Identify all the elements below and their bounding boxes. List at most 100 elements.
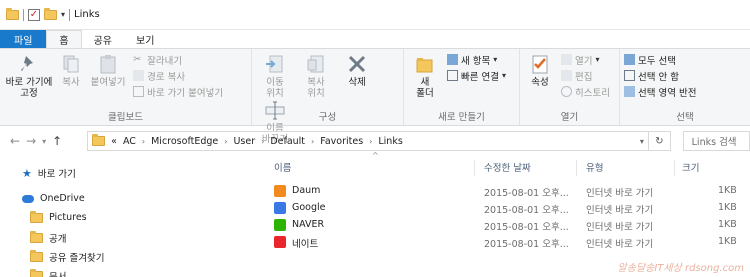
easy-access-button[interactable]: 빠른 연결 ▾ xyxy=(447,69,507,83)
daum-favicon-icon xyxy=(274,185,286,197)
breadcrumb-overflow[interactable]: « xyxy=(111,136,117,147)
column-header-size[interactable]: 크기 xyxy=(682,160,699,174)
delete-x-icon xyxy=(349,55,366,73)
new-item-button[interactable]: 새 항목 ▾ xyxy=(447,53,506,67)
navigation-buttons: ← → ▾ ↑ xyxy=(0,134,87,148)
chevron-down-icon: ▾ xyxy=(493,55,498,64)
tab-view[interactable]: 보기 xyxy=(124,30,166,48)
copy-to-button[interactable]: 복사 위치 xyxy=(297,53,335,99)
tab-home[interactable]: 홈 xyxy=(46,30,82,48)
select-none-icon xyxy=(624,70,635,81)
customize-dropdown-icon[interactable]: ▾ xyxy=(61,10,65,19)
nav-item-label: 공유 즐겨찾기 xyxy=(49,253,105,264)
tab-file[interactable]: 파일 xyxy=(0,30,47,48)
new-small-actions: 새 항목 ▾ 빠른 연결 ▾ xyxy=(447,53,507,83)
breadcrumb-favorites[interactable]: Favorites xyxy=(320,136,363,147)
column-header-name[interactable]: 이름 xyxy=(274,160,291,174)
quick-access-toolbar: ✓ ▾ xyxy=(6,7,71,21)
nav-item-documents[interactable]: 문서 xyxy=(30,269,66,277)
copy-button[interactable]: 복사 xyxy=(57,53,85,88)
chevron-right-icon[interactable]: › xyxy=(261,137,264,146)
nav-item-pictures[interactable]: Pictures xyxy=(30,210,87,223)
nav-item-shared-favorites[interactable]: 공유 즐겨찾기 xyxy=(30,250,104,264)
file-name: 네이트 xyxy=(292,239,319,250)
search-input[interactable]: Links 검색 xyxy=(682,131,750,151)
pin-quick-access-button[interactable]: 바로 가기에 고정 xyxy=(4,53,54,99)
chevron-right-icon[interactable]: › xyxy=(369,137,372,146)
file-row[interactable]: NAVER 2015-08-01 오후... 인터넷 바로 가기 1KB xyxy=(262,217,750,234)
recent-dropdown-icon[interactable]: ▾ xyxy=(42,137,46,146)
file-size: 1KB xyxy=(718,219,737,230)
delete-button[interactable]: 삭제 xyxy=(338,53,376,88)
properties-icon xyxy=(532,55,548,74)
paste-label: 붙여넣기 xyxy=(90,77,126,88)
column-divider[interactable] xyxy=(674,160,675,176)
chevron-right-icon[interactable]: › xyxy=(224,137,227,146)
copy-to-icon xyxy=(307,55,324,73)
folder-icon xyxy=(92,134,106,146)
up-arrow-icon[interactable]: ↑ xyxy=(52,134,62,148)
file-type: 인터넷 바로 가기 xyxy=(586,188,654,199)
copy-path-button[interactable]: 경로 복사 xyxy=(133,69,223,83)
select-all-button[interactable]: 모두 선택 xyxy=(624,53,696,67)
invert-selection-button[interactable]: 선택 영역 반전 xyxy=(624,85,696,99)
ribbon-tabs: 파일 홈 공유 보기 xyxy=(0,30,750,48)
paste-shortcut-button[interactable]: 바로 가기 붙여넣기 xyxy=(133,85,223,99)
folder-icon xyxy=(30,269,43,277)
forward-arrow-icon[interactable]: → xyxy=(26,134,36,148)
column-headers: 이름 ^ 수정한 날짜 유형 크기 xyxy=(262,151,750,176)
folder-icon xyxy=(30,231,43,243)
chevron-down-icon: ▾ xyxy=(502,71,507,80)
address-dropdown-icon[interactable]: ▾ xyxy=(640,137,644,146)
cut-button[interactable]: ✂ 잘라내기 xyxy=(133,53,223,67)
sort-caret-icon: ^ xyxy=(372,151,379,160)
tab-share[interactable]: 공유 xyxy=(82,30,124,48)
new-folder-button[interactable]: 새 폴더 xyxy=(408,53,442,99)
file-row[interactable]: 네이트 2015-08-01 오후... 인터넷 바로 가기 1KB xyxy=(262,234,750,251)
nav-quick-access[interactable]: ★ 바로 가기 xyxy=(22,166,76,181)
search-placeholder: Links 검색 xyxy=(691,137,737,148)
open-button[interactable]: 열기 ▾ xyxy=(561,53,610,67)
column-header-date[interactable]: 수정한 날짜 xyxy=(484,160,531,174)
history-button[interactable]: 히스토리 xyxy=(561,85,610,99)
edit-icon xyxy=(561,70,573,81)
paste-button[interactable]: 붙여넣기 xyxy=(88,53,128,88)
watermark: 알송달송IT세상 rdsong.com xyxy=(617,263,744,274)
edit-button[interactable]: 편집 xyxy=(561,69,610,83)
edit-label: 편집 xyxy=(575,71,593,83)
move-to-icon xyxy=(266,55,283,73)
new-folder-icon[interactable] xyxy=(44,7,57,20)
open-icon xyxy=(561,54,573,65)
refresh-button[interactable]: ↻ xyxy=(648,131,671,151)
nav-item-public[interactable]: 공개 xyxy=(30,231,66,245)
nav-onedrive[interactable]: OneDrive xyxy=(22,193,85,204)
title-bar: ✓ ▾ Links xyxy=(0,0,750,30)
chevron-right-icon[interactable]: › xyxy=(311,137,314,146)
breadcrumb-microsoftedge[interactable]: MicrosoftEdge xyxy=(151,136,218,147)
folder-icon xyxy=(6,7,19,20)
column-divider[interactable] xyxy=(576,160,577,176)
file-row[interactable]: Daum 2015-08-01 오후... 인터넷 바로 가기 1KB xyxy=(262,183,750,200)
properties-button[interactable]: 속성 xyxy=(524,53,556,88)
address-bar[interactable]: « AC › MicrosoftEdge › User › Default › … xyxy=(87,131,649,151)
breadcrumb-links[interactable]: Links xyxy=(378,136,402,147)
column-divider[interactable] xyxy=(474,160,475,176)
new-item-label: 새 항목 xyxy=(461,55,491,67)
chevron-right-icon[interactable]: › xyxy=(142,137,145,146)
column-header-type[interactable]: 유형 xyxy=(586,160,603,174)
breadcrumb-default[interactable]: Default xyxy=(270,136,305,147)
divider xyxy=(23,8,24,21)
clipboard-group-label: 클립보드 xyxy=(108,112,143,123)
file-row[interactable]: Google 2015-08-01 오후... 인터넷 바로 가기 1KB xyxy=(262,200,750,217)
ribbon: 바로 가기에 고정 복사 붙여넣기 ✂ 잘라내기 경로 복사 바로 가기 붙여넣기… xyxy=(0,48,750,145)
naver-favicon-icon xyxy=(274,219,286,231)
open-small-actions: 열기 ▾ 편집 히스토리 xyxy=(561,53,610,99)
select-group-label: 선택 xyxy=(676,112,694,123)
select-none-button[interactable]: 선택 안 함 xyxy=(624,69,696,83)
file-size: 1KB xyxy=(718,202,737,213)
breadcrumb-ac[interactable]: AC xyxy=(123,136,136,147)
move-to-button[interactable]: 이동 위치 xyxy=(256,53,294,99)
properties-check-icon[interactable]: ✓ xyxy=(28,8,40,21)
back-arrow-icon[interactable]: ← xyxy=(10,134,20,148)
breadcrumb-user[interactable]: User xyxy=(233,136,255,147)
